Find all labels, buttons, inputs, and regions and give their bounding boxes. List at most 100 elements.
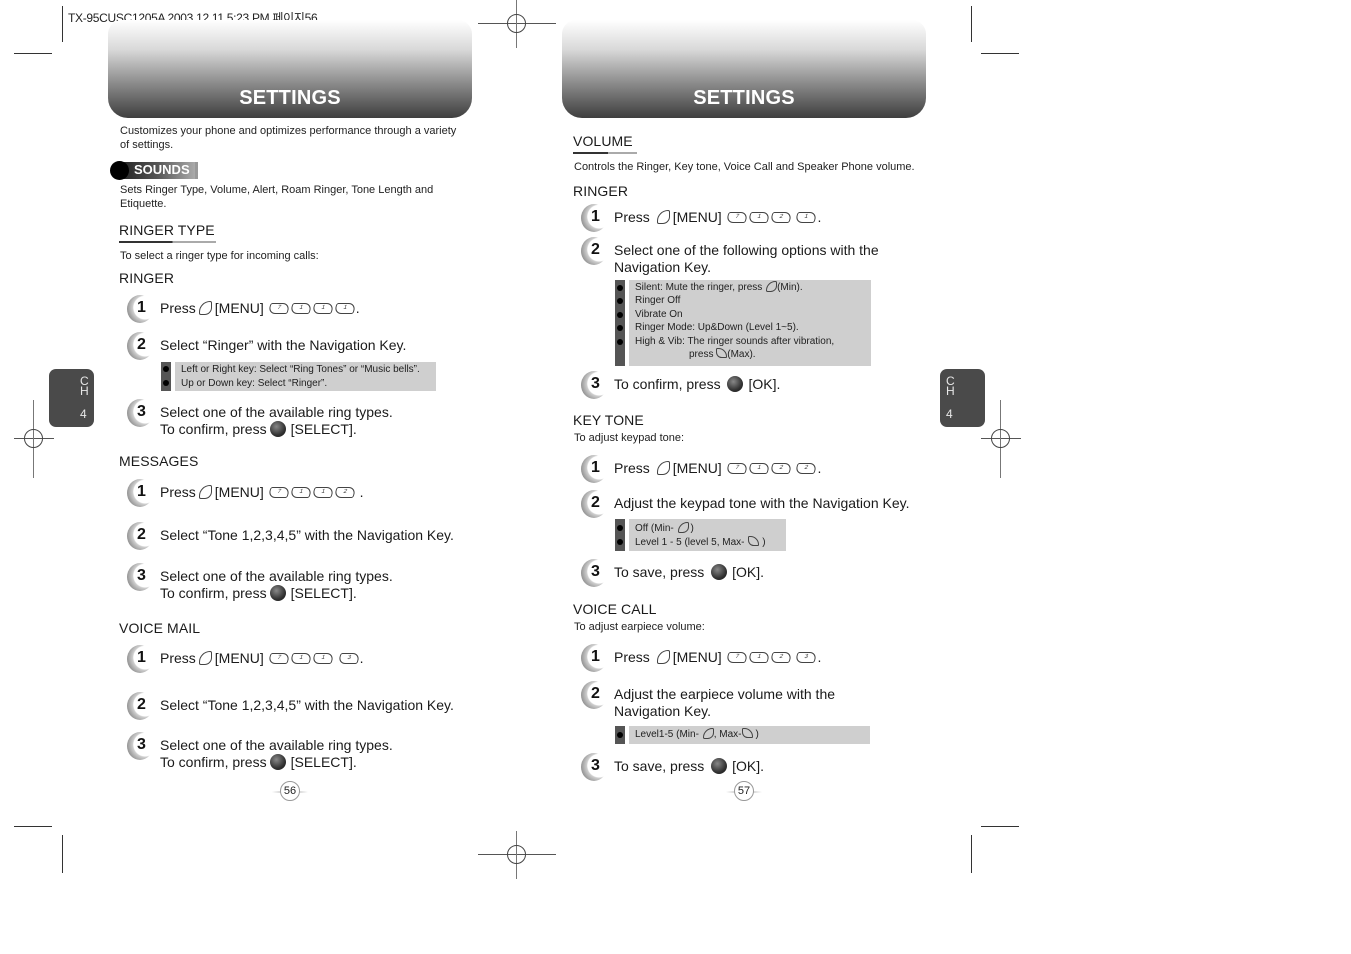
ok-button-icon	[269, 585, 286, 602]
right-page-banner: SETTINGS	[562, 20, 926, 118]
note-box: Left or Right key: Select “Ring Tones” o…	[161, 362, 436, 391]
note-line: (Min).	[777, 282, 803, 293]
crop-mark	[971, 6, 972, 42]
left-soft-key-icon	[198, 301, 212, 316]
step-number-badge: 3	[127, 563, 153, 591]
note-box: Level1-5 (Min- , Max-)	[615, 726, 870, 744]
desc-line: Etiquette.	[120, 198, 167, 210]
step-number-badge: 1	[581, 644, 607, 672]
period: .	[817, 209, 822, 225]
key-1-icon: 1	[288, 486, 313, 498]
chapter-number: 4	[946, 407, 953, 421]
step-number-badge: 1	[581, 455, 607, 483]
intro-text: Customizes your phone and optimizes perf…	[120, 124, 456, 152]
sounds-description: Sets Ringer Type, Volume, Alert, Roam Ri…	[120, 183, 433, 211]
key-2-icon: 2	[332, 486, 357, 498]
bullet-icon	[163, 380, 169, 386]
subsection-description: To adjust earpiece volume:	[574, 621, 705, 633]
registration-mark	[981, 400, 1021, 478]
note-line: (Max).	[727, 349, 756, 360]
step-text: Press	[614, 649, 650, 665]
step-text: To confirm, press	[160, 421, 267, 437]
period: .	[817, 649, 822, 665]
note-line: Up or Down key: Select “Ringer”.	[181, 378, 328, 389]
step-text: To confirm, press	[614, 376, 721, 392]
note-line: Silent: Mute the ringer, press	[635, 282, 763, 293]
step-text: Select one of the available ring types.	[160, 404, 393, 420]
menu-label: [MENU]	[214, 650, 264, 666]
period: .	[359, 484, 364, 500]
left-soft-key-icon	[677, 521, 689, 533]
chapter-tab: C H 4	[940, 369, 985, 427]
select-label: [SELECT].	[290, 754, 357, 770]
page-number: 57	[726, 781, 762, 803]
registration-mark	[478, 0, 556, 48]
left-soft-key-icon	[656, 210, 670, 225]
badge-label: SOUNDS	[134, 162, 190, 177]
period: .	[817, 460, 822, 476]
step-text: To confirm, press	[160, 754, 267, 770]
subsection-description: To adjust keypad tone:	[574, 432, 685, 444]
page-title: SETTINGS	[693, 87, 795, 109]
key-3-icon: 3	[336, 652, 361, 664]
chapter-label: H	[946, 384, 955, 398]
ok-button-icon	[711, 758, 728, 775]
left-soft-key-icon	[656, 650, 670, 665]
note-line: Ringer Off	[635, 295, 681, 306]
note-line: )	[762, 537, 766, 548]
step-text: Select “Ringer” with the Navigation Key.	[160, 337, 407, 353]
note-line: , Max-	[713, 729, 742, 740]
key-1-icon: 1	[746, 462, 771, 474]
period: .	[355, 300, 360, 316]
bullet-icon	[617, 539, 623, 545]
step-text: Adjust the earpiece volume with the	[614, 686, 836, 702]
key-2-icon: 2	[794, 462, 819, 474]
step-number-badge: 3	[581, 559, 607, 587]
section-description: Controls the Ringer, Key tone, Voice Cal…	[574, 161, 915, 173]
sounds-badge: SOUNDS	[110, 161, 198, 180]
crop-mark	[14, 826, 52, 827]
step-number-badge: 2	[581, 490, 607, 518]
note-line: High & Vib: The ringer sounds after vibr…	[635, 336, 835, 347]
key-1-icon: 1	[288, 652, 313, 664]
chapter-label: H	[80, 384, 89, 398]
key-1-icon: 1	[746, 211, 771, 223]
ok-button-icon	[269, 754, 286, 771]
step-text: Press	[160, 484, 196, 500]
key-1-icon: 1	[332, 302, 357, 314]
ok-button-icon	[727, 376, 744, 393]
step-number-badge: 3	[127, 732, 153, 760]
subsection-title-key-tone: KEY TONE	[573, 412, 644, 428]
key-1-icon: 1	[746, 651, 771, 663]
note-line: Off (Min-	[635, 523, 674, 534]
note-line: Level1-5 (Min-	[635, 729, 699, 740]
page-number: 56	[272, 781, 308, 803]
step-text: Adjust the keypad tone with the Navigati…	[614, 495, 910, 511]
step-text: To save, press	[614, 758, 705, 774]
section-title-volume: VOLUME	[573, 133, 633, 149]
menu-label: [MENU]	[672, 460, 722, 476]
left-page-banner: SETTINGS	[108, 20, 472, 118]
crop-mark	[14, 53, 52, 54]
step-text: Select “Tone 1,2,3,4,5” with the Navigat…	[160, 697, 454, 713]
ok-button-icon	[269, 421, 286, 438]
bullet-icon	[110, 161, 129, 180]
key-3-icon: 3	[794, 651, 819, 663]
right-soft-key-icon	[742, 728, 754, 739]
key-1-icon: 1	[310, 486, 335, 498]
select-label: [SELECT].	[290, 421, 357, 437]
crop-mark	[981, 826, 1019, 827]
step-number-badge: 2	[581, 681, 607, 709]
step-text: Press	[614, 209, 650, 225]
menu-label: [MENU]	[214, 300, 264, 316]
registration-mark	[14, 400, 54, 478]
key-2-icon: 2	[768, 651, 793, 663]
key-1-icon: 1	[310, 302, 335, 314]
chapter-number: 4	[80, 407, 87, 421]
right-soft-key-icon	[716, 348, 728, 359]
step-number-badge: 1	[127, 645, 153, 673]
page-number-label: 57	[734, 781, 754, 801]
crop-mark	[62, 6, 63, 42]
note-line: Level 1 - 5 (level 5, Max-	[635, 537, 745, 548]
period: .	[359, 650, 364, 666]
